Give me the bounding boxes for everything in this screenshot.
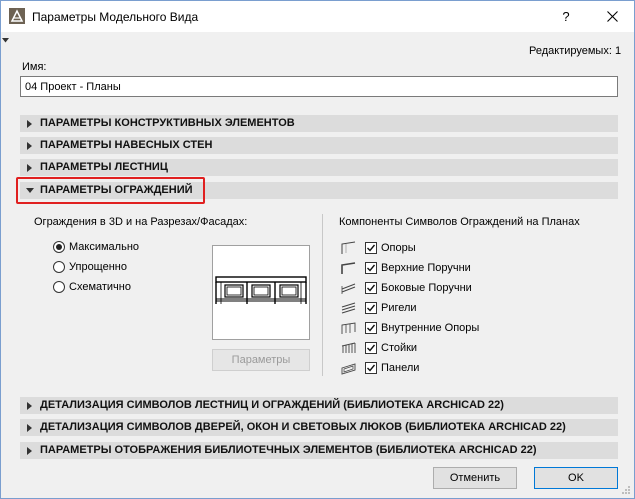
inner-posts-symbol-icon: [341, 322, 356, 334]
check-icon: [367, 344, 376, 352]
expand-arrow-icon: [27, 142, 32, 150]
radio-simplified-label: Упрощенно: [69, 261, 127, 273]
title-bar: Параметры Модельного Вида ?: [1, 1, 634, 32]
check-icon: [367, 304, 376, 312]
radio-maximum-label: Максимально: [69, 241, 140, 253]
check-icon: [367, 264, 376, 272]
checkbox-handrails-label: Боковые Поручни: [381, 282, 472, 294]
checkbox-posts-label: Опоры: [381, 242, 416, 254]
close-button[interactable]: [590, 1, 634, 32]
archicad-app-icon: [9, 8, 25, 24]
radio-maximum[interactable]: [53, 241, 65, 253]
name-field-value: 04 Проект - Планы: [25, 81, 121, 93]
name-label: Имя:: [22, 61, 47, 73]
model-view-options-dialog: Параметры Модельного Вида ? Редактируемы…: [0, 0, 635, 499]
railing-parameters-button[interactable]: Параметры: [212, 349, 310, 371]
rail-symbol-icon: [341, 302, 356, 314]
checkbox-balusters[interactable]: [365, 342, 377, 354]
expand-arrow-icon: [27, 447, 32, 455]
section-stair-railing-symbol-detail[interactable]: ДЕТАЛИЗАЦИЯ СИМВОЛОВ ЛЕСТНИЦ И ОГРАЖДЕНИ…: [20, 397, 618, 414]
section-stairs[interactable]: ПАРАМЕТРЫ ЛЕСТНИЦ: [20, 159, 618, 176]
section-curtain-walls[interactable]: ПАРАМЕТРЫ НАВЕСНЫХ СТЕН: [20, 137, 618, 154]
cancel-button[interactable]: Отменить: [433, 467, 517, 489]
ok-button[interactable]: OK: [534, 467, 618, 489]
resize-grip-icon[interactable]: [621, 485, 631, 495]
checkbox-inner-posts[interactable]: [365, 322, 377, 334]
plan-symbol-components-title: Компоненты Символов Ограждений на Планах: [339, 216, 580, 228]
handrail-symbol-icon: [341, 283, 356, 294]
check-icon: [367, 284, 376, 292]
expand-arrow-icon: [27, 402, 32, 410]
checkbox-handrails[interactable]: [365, 282, 377, 294]
panels-symbol-icon: [341, 363, 356, 375]
close-icon: [606, 11, 618, 22]
checkbox-rails-label: Ригели: [381, 302, 417, 314]
expand-arrow-icon: [27, 424, 32, 432]
expand-arrow-icon: [27, 120, 32, 128]
section-label: ДЕТАЛИЗАЦИЯ СИМВОЛОВ ДВЕРЕЙ, ОКОН И СВЕТ…: [40, 421, 566, 433]
checkbox-balusters-label: Стойки: [381, 342, 418, 354]
section-library-part-display[interactable]: ПАРАМЕТРЫ ОТОБРАЖЕНИЯ БИБЛИОТЕЧНЫХ ЭЛЕМЕ…: [20, 442, 618, 459]
check-icon: [367, 244, 376, 252]
checkbox-panels-label: Панели: [381, 362, 420, 374]
radio-schematic-label: Схематично: [69, 281, 131, 293]
posts-symbol-icon: [341, 241, 356, 254]
railings-3d-title: Ограждения в 3D и на Разрезах/Фасадах:: [34, 216, 248, 228]
section-label: ПАРАМЕТРЫ ЛЕСТНИЦ: [40, 161, 168, 173]
checkbox-posts[interactable]: [365, 242, 377, 254]
radio-simplified[interactable]: [53, 261, 65, 273]
panel-divider: [322, 214, 323, 376]
check-icon: [367, 324, 376, 332]
help-button[interactable]: ?: [544, 1, 588, 32]
section-label: ПАРАМЕТРЫ НАВЕСНЫХ СТЕН: [40, 139, 213, 151]
collapse-arrow-icon[interactable]: [2, 38, 9, 43]
checkbox-top-rails-label: Верхние Поручни: [381, 262, 471, 274]
section-label: ДЕТАЛИЗАЦИЯ СИМВОЛОВ ЛЕСТНИЦ И ОГРАЖДЕНИ…: [40, 399, 504, 411]
expand-arrow-icon: [27, 164, 32, 172]
name-field[interactable]: 04 Проект - Планы: [20, 76, 618, 97]
editable-count: Редактируемых: 1: [529, 45, 622, 57]
section-structural-elements[interactable]: ПАРАМЕТРЫ КОНСТРУКТИВНЫХ ЭЛЕМЕНТОВ: [20, 115, 618, 132]
checkbox-panels[interactable]: [365, 362, 377, 374]
section-label: ПАРАМЕТРЫ КОНСТРУКТИВНЫХ ЭЛЕМЕНТОВ: [40, 117, 295, 129]
railing-preview-icon: [215, 276, 307, 304]
checkbox-inner-posts-label: Внутренние Опоры: [381, 322, 480, 334]
railing-preview-image: [212, 245, 310, 340]
section-label: ПАРАМЕТРЫ ОТОБРАЖЕНИЯ БИБЛИОТЕЧНЫХ ЭЛЕМЕ…: [40, 444, 537, 456]
checkbox-rails[interactable]: [365, 302, 377, 314]
section-door-window-symbol-detail[interactable]: ДЕТАЛИЗАЦИЯ СИМВОЛОВ ДВЕРЕЙ, ОКОН И СВЕТ…: [20, 419, 618, 436]
balusters-symbol-icon: [341, 342, 356, 353]
highlight-box: [16, 177, 205, 204]
window-title: Параметры Модельного Вида: [32, 10, 199, 24]
radio-schematic[interactable]: [53, 281, 65, 293]
checkbox-top-rails[interactable]: [365, 262, 377, 274]
check-icon: [367, 364, 376, 372]
top-rail-symbol-icon: [341, 262, 356, 274]
